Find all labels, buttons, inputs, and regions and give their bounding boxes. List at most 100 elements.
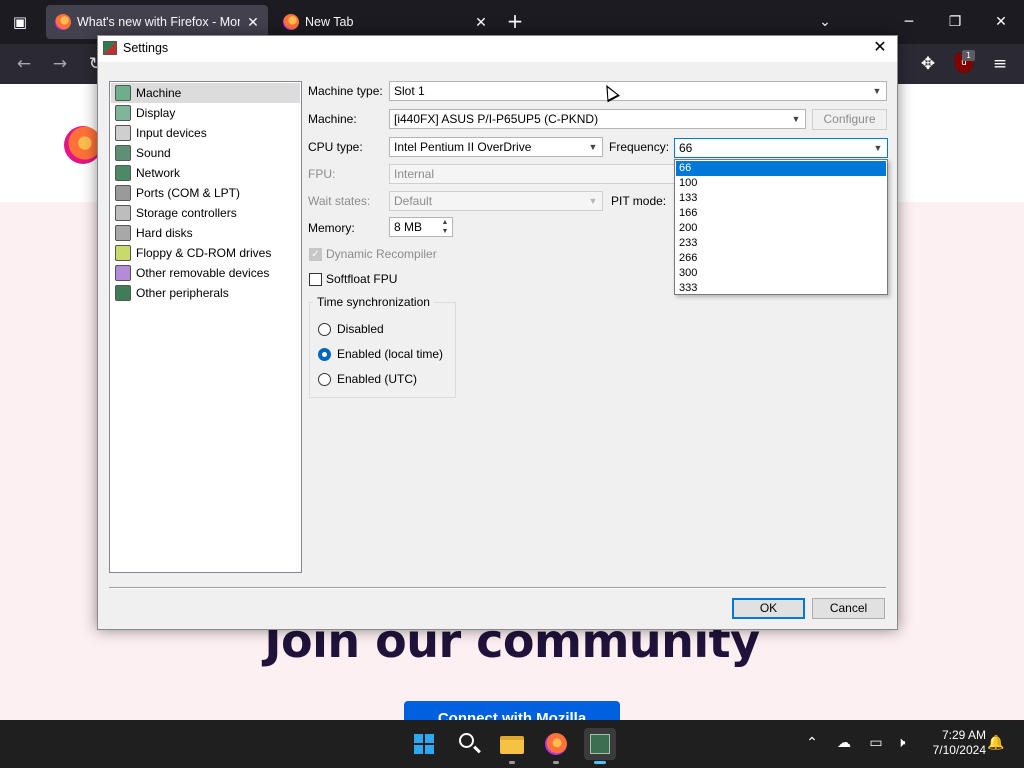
- firefox-icon: [545, 733, 567, 755]
- dialog-separator: [109, 587, 886, 589]
- machine-label: Machine:: [308, 112, 357, 126]
- category-display[interactable]: Display: [111, 103, 300, 123]
- frequency-option[interactable]: 133: [676, 191, 886, 206]
- clock-time: 7:29 AM: [941, 728, 986, 742]
- dialog-close-icon[interactable]: ✕: [867, 36, 893, 62]
- cpu-type-label: CPU type:: [308, 140, 363, 154]
- time-sync-disabled-radio[interactable]: [318, 323, 331, 336]
- wait-states-select[interactable]: Default ▼: [389, 191, 603, 211]
- extensions-puzzle-icon[interactable]: ✥: [916, 52, 940, 76]
- removable-devices-icon: [115, 265, 131, 281]
- wait-states-label: Wait states:: [308, 194, 371, 208]
- frequency-option[interactable]: 300: [676, 266, 886, 281]
- fpu-value: Internal: [394, 167, 435, 181]
- hard-disks-icon: [115, 225, 131, 241]
- chevron-down-icon: ▼: [872, 86, 882, 96]
- system-clock[interactable]: 7:29 AM 7/10/2024: [916, 728, 986, 758]
- time-sync-local-radio[interactable]: [318, 348, 331, 361]
- floppy-cdrom-icon: [115, 245, 131, 261]
- frequency-option[interactable]: 200: [676, 221, 886, 236]
- app-menu-hamburger-icon[interactable]: ≡: [988, 52, 1012, 76]
- frequency-option[interactable]: 66: [676, 161, 886, 176]
- category-sound[interactable]: Sound: [111, 143, 300, 163]
- category-storage-controllers[interactable]: Storage controllers: [111, 203, 300, 223]
- tab-close-icon[interactable]: ✕: [472, 5, 490, 39]
- list-all-tabs-chevron-icon[interactable]: ⌄: [814, 10, 836, 34]
- category-label: Network: [136, 166, 181, 180]
- window-close-icon[interactable]: ✕: [978, 0, 1024, 44]
- start-button[interactable]: [408, 728, 440, 760]
- category-label: Display: [136, 106, 176, 120]
- forward-arrow-icon[interactable]: →: [48, 52, 72, 76]
- cancel-button[interactable]: Cancel: [812, 598, 885, 619]
- dialog-title: Settings: [123, 41, 169, 55]
- frequency-option[interactable]: 266: [676, 251, 886, 266]
- chevron-down-icon: ▼: [588, 196, 598, 206]
- taskbar-file-explorer[interactable]: [496, 728, 528, 764]
- frequency-label: Frequency:: [609, 140, 670, 154]
- windows-taskbar: ⌃ ☁ ▭ 🕨 7:29 AM 7/10/2024 🔔: [0, 720, 1024, 768]
- app-86box-icon: [590, 734, 610, 754]
- category-floppy-cdrom[interactable]: Floppy & CD-ROM drives: [111, 243, 300, 263]
- time-sync-option-label: Enabled (local time): [337, 347, 444, 361]
- frequency-select[interactable]: 66 ▼: [674, 138, 888, 158]
- machine-type-value: Slot 1: [394, 84, 425, 98]
- cpu-type-select[interactable]: Intel Pentium II OverDrive ▼: [389, 137, 603, 157]
- wait-states-value: Default: [394, 194, 433, 208]
- ok-button[interactable]: OK: [732, 598, 805, 619]
- category-machine[interactable]: Machine: [111, 83, 300, 103]
- active-indicator: [594, 761, 606, 764]
- memory-value: 8 MB: [394, 220, 423, 234]
- app-86box-icon: [103, 41, 117, 55]
- machine-value: [i440FX] ASUS P/I-P65UP5 (C-PKND): [394, 112, 599, 126]
- network-monitor-icon[interactable]: ▭: [865, 732, 887, 754]
- time-sync-option-label: Disabled: [337, 322, 384, 336]
- notification-bell-icon[interactable]: 🔔: [985, 732, 1007, 754]
- category-network[interactable]: Network: [111, 163, 300, 183]
- tab-close-icon[interactable]: ✕: [244, 5, 262, 39]
- input-devices-icon: [115, 125, 131, 141]
- configure-button[interactable]: Configure: [812, 109, 887, 130]
- cpu-type-value: Intel Pentium II OverDrive: [394, 140, 532, 154]
- onedrive-cloud-icon[interactable]: ☁: [833, 732, 855, 754]
- frequency-option[interactable]: 166: [676, 206, 886, 221]
- new-tab-plus-icon[interactable]: +: [504, 10, 526, 34]
- volume-muted-icon[interactable]: 🕨: [890, 732, 912, 754]
- frequency-value: 66: [679, 141, 693, 155]
- category-label: Input devices: [136, 126, 207, 140]
- category-label: Hard disks: [136, 226, 193, 240]
- taskbar-search-button[interactable]: [452, 728, 484, 760]
- taskbar-firefox[interactable]: [540, 728, 572, 764]
- category-other-peripherals[interactable]: Other peripherals: [111, 283, 300, 303]
- time-sync-utc-radio[interactable]: [318, 373, 331, 386]
- memory-label: Memory:: [308, 221, 355, 235]
- running-indicator: [553, 761, 559, 764]
- category-hard-disks[interactable]: Hard disks: [111, 223, 300, 243]
- network-icon: [115, 165, 131, 181]
- firefox-view-icon[interactable]: ▣: [8, 10, 32, 34]
- category-other-removable[interactable]: Other removable devices: [111, 263, 300, 283]
- fpu-label: FPU:: [308, 167, 336, 181]
- memory-spinbox[interactable]: 8 MB ▲ ▼: [389, 217, 453, 237]
- spin-down-icon[interactable]: ▼: [439, 227, 451, 236]
- back-arrow-icon[interactable]: ←: [12, 52, 36, 76]
- dynamic-recompiler-checkbox[interactable]: ✓: [309, 248, 322, 261]
- spin-up-icon[interactable]: ▲: [439, 218, 451, 227]
- machine-type-select[interactable]: Slot 1 ▼: [389, 81, 887, 101]
- category-ports[interactable]: Ports (COM & LPT): [111, 183, 300, 203]
- tray-overflow-chevron-icon[interactable]: ⌃: [801, 732, 823, 754]
- frequency-option[interactable]: 233: [676, 236, 886, 251]
- tab-whats-new[interactable]: What's new with Firefox - More ✕: [46, 5, 268, 39]
- taskbar-86box[interactable]: [584, 728, 616, 764]
- machine-type-label: Machine type:: [308, 84, 383, 98]
- machine-select[interactable]: [i440FX] ASUS P/I-P65UP5 (C-PKND) ▼: [389, 109, 806, 129]
- category-input-devices[interactable]: Input devices: [111, 123, 300, 143]
- tab-new-tab[interactable]: New Tab ✕: [274, 5, 496, 39]
- category-label: Sound: [136, 146, 171, 160]
- chevron-down-icon: ▼: [791, 114, 801, 124]
- frequency-option[interactable]: 333: [676, 281, 886, 296]
- window-restore-icon[interactable]: ❐: [932, 0, 978, 44]
- softfloat-fpu-checkbox[interactable]: [309, 273, 322, 286]
- frequency-option[interactable]: 100: [676, 176, 886, 191]
- connect-with-mozilla-button[interactable]: Connect with Mozilla: [404, 701, 620, 720]
